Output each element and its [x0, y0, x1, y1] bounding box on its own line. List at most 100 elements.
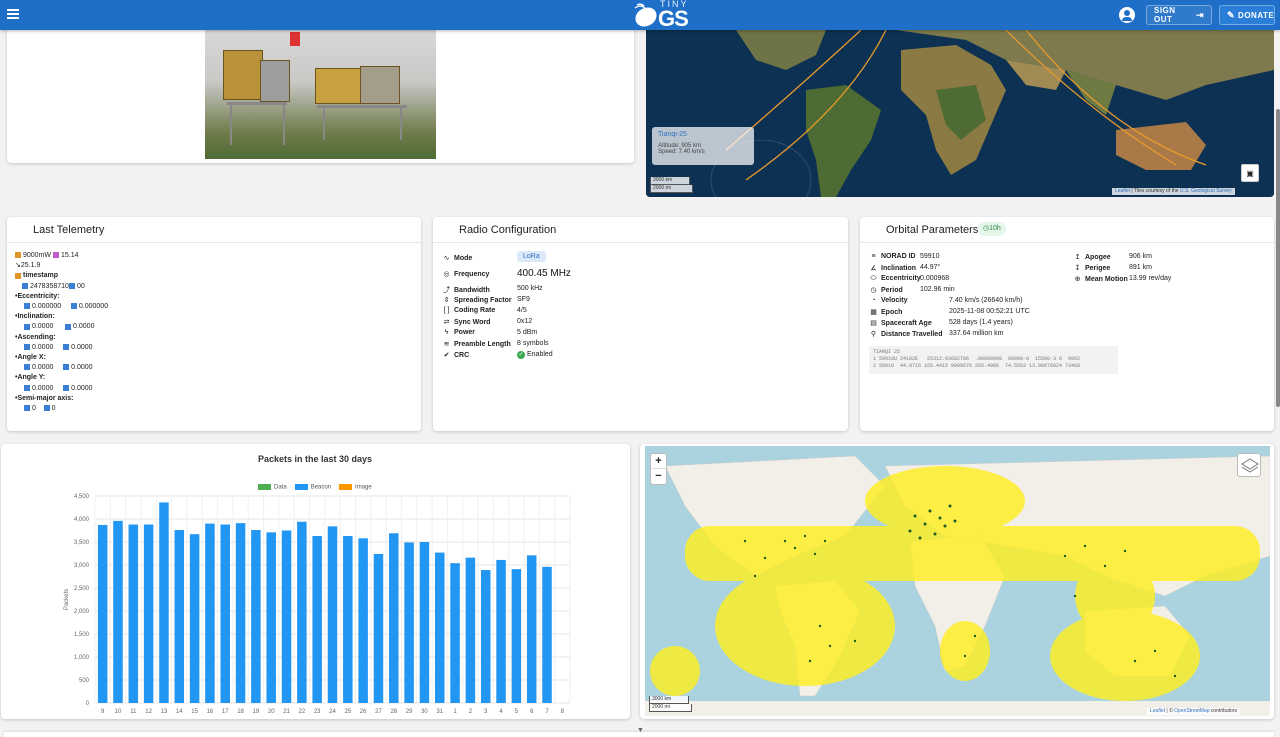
ascending-value-2: 0.0000 — [71, 343, 93, 351]
donate-button[interactable]: ✎ DONATE — [1219, 5, 1275, 25]
ground-stations-map[interactable] — [645, 446, 1270, 716]
bar-beacon — [281, 530, 292, 703]
sign-out-button[interactable]: SIGN OUT ⇥ — [1146, 5, 1212, 25]
bar-beacon — [450, 563, 460, 703]
orbital-value: 337.64 million km — [949, 330, 1004, 337]
y-tick-label: 2,000 — [74, 609, 90, 615]
ascending-value-1: 0.0000 — [31, 343, 54, 351]
page-scrollbar[interactable] — [1276, 109, 1280, 407]
orbital-value: 102.96 min — [920, 286, 955, 293]
osm-link[interactable]: OpenStreetMap — [1174, 708, 1209, 714]
x-tick-label: 20 — [268, 709, 275, 715]
orbital-key: Mean Motion — [1085, 276, 1128, 283]
bottom-map-scale-mi: 2000 mi — [649, 704, 692, 712]
satellite-track-map[interactable] — [646, 30, 1274, 197]
bar-beacon — [389, 533, 399, 703]
bottom-map-scale-km: 3000 km — [649, 696, 689, 704]
battery-icon — [15, 252, 21, 259]
orbital-key: Velocity — [881, 297, 908, 304]
id-icon: ≡ — [871, 253, 876, 260]
semi-major-label: Semi-major axis: — [17, 394, 74, 402]
menu-icon[interactable] — [7, 9, 19, 19]
telemetry-power: 9000mW — [23, 252, 52, 259]
tle-name: TIANQI 25 — [873, 349, 901, 355]
orbital-key: Period — [881, 287, 903, 294]
leaflet-link[interactable]: Leaflet — [1115, 188, 1130, 194]
clock-icon: ◷ — [870, 287, 877, 294]
orbital-key: NORAD ID — [881, 253, 916, 260]
x-tick-label: 6 — [530, 709, 534, 715]
zoom-out-button[interactable]: − — [651, 469, 666, 484]
packets-bar-chart: 0 500 1,000 1,500 2,000 2,500 3,000 3,500 4,000 4… — [64, 494, 571, 715]
satellite-speed: Speed: 7.40 km/s — [658, 149, 705, 155]
eccentricity-value-2: 0.000000 — [78, 303, 109, 311]
bolt-icon: ϟ — [444, 329, 449, 336]
ascending-label: Ascending: — [17, 333, 56, 341]
arrow-down-icon: ↧ — [1074, 265, 1081, 272]
fullscreen-button[interactable]: ▣ — [1241, 164, 1259, 182]
orbital-value: 0.000968 — [920, 275, 950, 282]
inclination-value-1: 0.0000 — [31, 323, 54, 331]
orbital-value: 44.97° — [920, 264, 941, 271]
calendar-icon: ▦ — [870, 309, 877, 316]
x-tick-label: 11 — [130, 709, 137, 715]
telemetry-value: 15.14 — [60, 252, 79, 259]
leaflet-link[interactable]: Leaflet — [1150, 708, 1165, 714]
radio-value: 8 symbols — [517, 340, 549, 347]
inclination-label: Inclination: — [17, 313, 55, 321]
satellite-tooltip: Tianqi-25 Altitude: 905 km Speed: 7.40 k… — [652, 127, 754, 165]
y-tick-label: 500 — [79, 678, 90, 684]
x-tick-label: 13 — [161, 709, 168, 715]
account-icon[interactable] — [1119, 7, 1135, 23]
index-2-icon — [63, 343, 70, 350]
layers-button[interactable] — [1237, 453, 1261, 477]
y-tick-label: 4,000 — [74, 517, 90, 523]
angle-y-value-2: 0.0000 — [71, 384, 93, 392]
usgs-link[interactable]: U.S. Geological Survey — [1180, 188, 1232, 194]
orbital-key: Apogee — [1085, 254, 1111, 261]
mode-chip: LoRa — [517, 251, 546, 262]
zoom-in-button[interactable]: + — [651, 454, 666, 469]
x-tick-label: 5 — [515, 709, 519, 715]
bar-beacon — [251, 530, 261, 703]
bar-beacon — [542, 566, 552, 703]
x-tick-label: 21 — [283, 709, 290, 715]
y-tick-label: 3,000 — [74, 563, 90, 569]
bar-beacon — [113, 520, 123, 703]
y-tick-label: 1,500 — [74, 632, 90, 638]
radio-key: Sync Word — [454, 319, 491, 326]
index-2-icon — [63, 364, 70, 371]
satellite-dish-icon — [634, 3, 657, 27]
y-axis-label: Packets — [64, 589, 70, 610]
semi-major-value-2: 0 — [51, 405, 56, 413]
radio-value: 500 kHz — [517, 285, 543, 292]
pencil-icon: ✎ — [1227, 9, 1236, 20]
satellite-name: Tianqi-25 — [658, 131, 687, 138]
x-tick-label: 30 — [421, 709, 428, 715]
attribution-tail: contributors — [1209, 708, 1237, 714]
semi-major-value-1: 0 — [31, 405, 36, 413]
bar-beacon — [128, 524, 139, 703]
y-tick-label: 4,500 — [74, 494, 90, 500]
antenna-icon: ◎ — [443, 271, 450, 278]
logo-big-text: GS — [658, 6, 689, 31]
satellite-photo — [205, 30, 436, 159]
index-2-icon — [68, 282, 75, 289]
bar-beacon — [435, 552, 445, 703]
bar-beacon — [266, 532, 276, 703]
timestamp-value-2: 00 — [76, 282, 85, 290]
map-attribution: Leaflet | Tiles courtesy of the U.S. Geo… — [1112, 188, 1235, 195]
index-2-icon — [43, 405, 50, 412]
x-tick-label: 1 — [453, 709, 457, 715]
orbital-value: 13.99 rev/day — [1129, 275, 1172, 282]
tinygs-logo[interactable]: TINY GS — [632, 0, 696, 31]
check-circle-icon: ✓ — [517, 351, 525, 359]
x-tick-label: 22 — [299, 709, 306, 715]
chevron-down-icon[interactable]: ▼ — [637, 727, 644, 734]
orbital-key: Epoch — [881, 309, 903, 316]
bar-beacon — [235, 523, 246, 703]
bar-beacon — [373, 553, 384, 703]
radio-key: Mode — [454, 255, 473, 262]
y-tick-label: 0 — [86, 701, 90, 707]
angle-y-label: Angle Y: — [17, 374, 46, 382]
